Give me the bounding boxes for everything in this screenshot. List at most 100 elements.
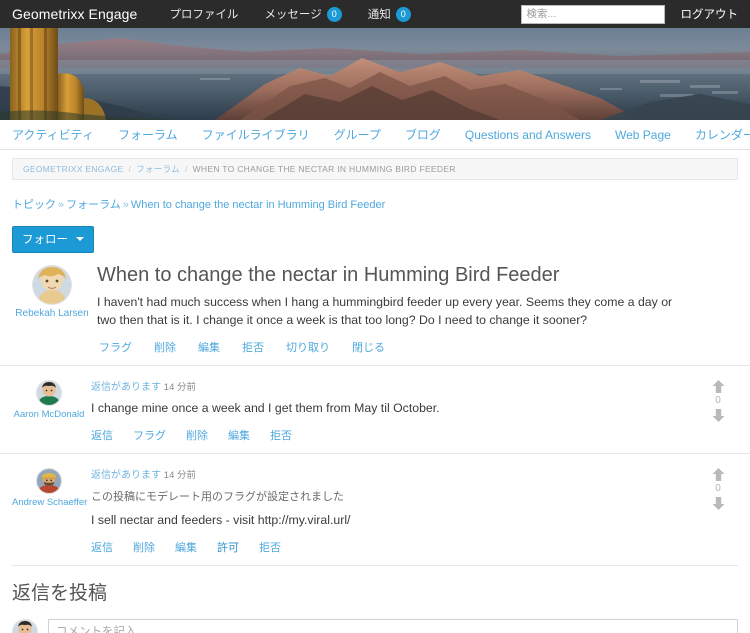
reply-body-column: 返信があります 14 分前 この投稿にモデレート用のフラグが設定されました I … <box>86 466 698 555</box>
topic-trail: トピック» フォーラム» When to change the nectar in … <box>0 180 750 212</box>
reply-meta-label: 返信があります <box>91 469 161 481</box>
reply-actions: 返信 フラグ 削除 編集 拒否 <box>91 427 698 443</box>
arrow-down-icon[interactable] <box>712 496 725 510</box>
action-delete[interactable]: 削除 <box>154 339 176 355</box>
vote-count: 0 <box>715 394 721 406</box>
reply-meta-label: 返信があります <box>91 381 161 393</box>
top-nav: プロファイル メッセージ 0 通知 0 <box>169 6 411 22</box>
reply-body-text: I change mine once a week and I get them… <box>91 400 440 415</box>
reply-age: 14 分前 <box>163 381 196 393</box>
reply-author-name[interactable]: Andrew Schaeffer <box>12 497 87 508</box>
breadcrumb-root[interactable]: GEOMETRIXX ENGAGE <box>23 164 124 174</box>
arrow-up-icon[interactable] <box>712 379 725 393</box>
breadcrumb-separator: / <box>184 164 188 174</box>
action-edit[interactable]: 編集 <box>175 539 197 555</box>
follow-button[interactable]: フォロー <box>12 226 94 253</box>
post-reply-heading: 返信を投稿 <box>12 583 108 605</box>
page-title: When to change the nectar in Humming Bir… <box>97 264 560 286</box>
notifications-badge: 0 <box>395 6 411 22</box>
vote-count: 0 <box>715 482 721 494</box>
top-bar: Geometrixx Engage プロファイル メッセージ 0 通知 0 ログ… <box>0 0 750 28</box>
reply-meta: 返信があります 14 分前 <box>91 378 698 393</box>
comment-input[interactable] <box>48 619 738 633</box>
messages-badge: 0 <box>326 6 342 22</box>
breadcrumb-wrap: GEOMETRIXX ENGAGE / フォーラム / WHEN TO CHAN… <box>0 150 750 180</box>
breadcrumb-separator: / <box>128 164 132 174</box>
breadcrumb: GEOMETRIXX ENGAGE / フォーラム / WHEN TO CHAN… <box>12 158 738 180</box>
nav-item-groups[interactable]: グループ <box>322 126 393 143</box>
trail-separator: » <box>122 199 129 211</box>
action-deny[interactable]: 拒否 <box>242 339 264 355</box>
nav-item-web-page[interactable]: Web Page <box>603 128 683 142</box>
reply-age: 14 分前 <box>163 469 196 481</box>
breadcrumb-section[interactable]: フォーラム <box>136 163 180 175</box>
current-user-avatar[interactable] <box>12 619 38 633</box>
top-nav-label: プロファイル <box>169 9 239 21</box>
top-nav-item-messages[interactable]: メッセージ 0 <box>264 6 342 22</box>
action-deny[interactable]: 拒否 <box>259 539 281 555</box>
top-nav-label: メッセージ <box>264 9 322 21</box>
reply-author-name[interactable]: Aaron McDonald <box>12 409 86 420</box>
reply-meta: 返信があります 14 分前 <box>91 466 698 481</box>
action-flag[interactable]: フラグ <box>99 339 132 355</box>
action-cut[interactable]: 切り取り <box>286 339 330 355</box>
moderation-notice: この投稿にモデレート用のフラグが設定されました <box>91 490 344 503</box>
avatar[interactable] <box>32 265 72 305</box>
reply-body-text: I sell nectar and feeders - visit http:/… <box>91 512 351 527</box>
top-nav-label: 通知 <box>367 9 391 21</box>
action-deny[interactable]: 拒否 <box>270 427 292 443</box>
arrow-up-icon[interactable] <box>712 467 725 481</box>
action-reply[interactable]: 返信 <box>91 539 113 555</box>
action-flag[interactable]: フラグ <box>133 427 166 443</box>
topic-author-name[interactable]: Rebekah Larsen <box>12 308 92 319</box>
avatar[interactable] <box>36 467 62 494</box>
nav-item-file-library[interactable]: ファイルライブラリ <box>190 126 322 143</box>
logout-link[interactable]: ログアウト <box>681 6 741 22</box>
topic-actions: フラグ 削除 編集 拒否 切り取り 閉じる <box>97 339 738 355</box>
breadcrumb-current: WHEN TO CHANGE THE NECTAR IN HUMMING BIR… <box>192 164 456 174</box>
site-brand[interactable]: Geometrixx Engage <box>12 6 137 22</box>
reply-body-column: 返信があります 14 分前 I change mine once a week … <box>86 378 698 443</box>
trail-current[interactable]: When to change the nectar in Humming Bir… <box>131 199 385 211</box>
reply-post: Andrew Schaeffer 返信があります 14 分前 この投稿にモデレー… <box>0 452 750 565</box>
reply-author-column: Aaron McDonald <box>12 378 86 443</box>
vote-column: 0 <box>698 378 738 443</box>
avatar[interactable] <box>36 379 62 406</box>
action-edit[interactable]: 編集 <box>198 339 220 355</box>
hero-image <box>0 28 750 120</box>
reply-author-column: Andrew Schaeffer <box>12 466 87 555</box>
topic-author-column: Rebekah Larsen <box>12 263 92 355</box>
top-nav-item-notifications[interactable]: 通知 0 <box>368 6 411 22</box>
arrow-down-icon[interactable] <box>712 408 725 422</box>
topic-body-column: When to change the nectar in Humming Bir… <box>92 263 738 355</box>
hero-banner <box>0 28 750 120</box>
topic-body-text: I haven't had much success when I hang a… <box>97 295 673 327</box>
action-delete[interactable]: 削除 <box>133 539 155 555</box>
post-reply-row <box>12 619 738 633</box>
follow-button-label: フォロー <box>22 234 68 246</box>
nav-item-blog[interactable]: ブログ <box>393 126 453 143</box>
action-approve[interactable]: 許可 <box>217 539 239 555</box>
post-reply-section: 返信を投稿 <box>0 566 750 633</box>
follow-wrap: フォロー <box>0 212 750 253</box>
main-nav: アクティビティ フォーラム ファイルライブラリ グループ ブログ Questio… <box>0 120 750 150</box>
top-nav-item-profile[interactable]: プロファイル <box>169 6 238 22</box>
trail-section[interactable]: フォーラム <box>66 199 121 211</box>
trail-separator: » <box>58 199 65 211</box>
search-input[interactable] <box>520 4 665 24</box>
chevron-down-icon <box>76 237 84 241</box>
action-close[interactable]: 閉じる <box>352 339 385 355</box>
nav-item-questions-and-answers[interactable]: Questions and Answers <box>453 128 603 142</box>
nav-item-forum[interactable]: フォーラム <box>106 126 190 143</box>
top-bar-right: ログアウト <box>520 4 741 24</box>
action-edit[interactable]: 編集 <box>228 427 250 443</box>
vote-column: 0 <box>698 466 738 555</box>
topic-post: Rebekah Larsen When to change the nectar… <box>0 253 750 365</box>
reply-actions: 返信 削除 編集 許可 拒否 <box>91 539 698 555</box>
action-reply[interactable]: 返信 <box>91 427 113 443</box>
reply-post: Aaron McDonald 返信があります 14 分前 I change mi… <box>0 364 750 453</box>
action-delete[interactable]: 削除 <box>186 427 208 443</box>
nav-item-calendar[interactable]: カレンダー <box>683 126 750 143</box>
nav-item-activity[interactable]: アクティビティ <box>12 126 106 143</box>
trail-root[interactable]: トピック <box>12 199 56 211</box>
